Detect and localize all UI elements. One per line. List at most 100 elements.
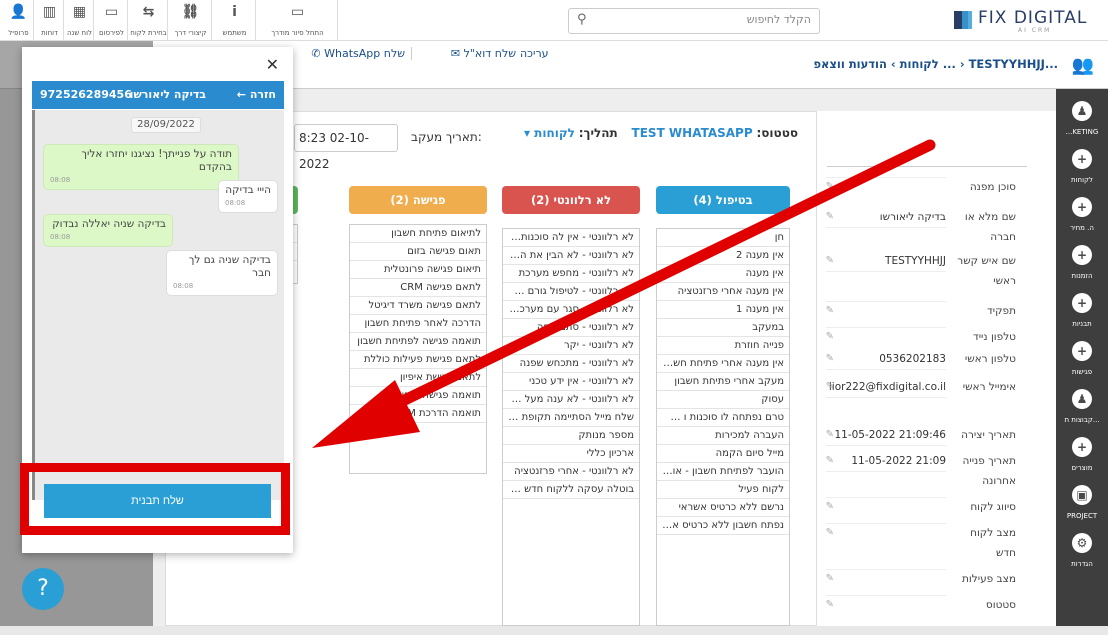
breadcrumb[interactable]: לקוחות › הודעות ווצאפ ... › TESTYYHHJJ..… [813,57,1058,71]
stage-item[interactable]: שלח מייל הסתיימה תקופת הניסיון [503,409,639,427]
toolbar-button-0[interactable]: 👤 פרופיל [4,0,34,40]
stage-item[interactable]: העברה למכירות [657,427,789,445]
stage-column-header[interactable]: לא רלוונטי (2) [502,186,640,214]
pencil-icon[interactable]: ✎ [826,429,834,440]
stage-item[interactable]: לא רלוונטי - לא הבין את הפרסום [503,247,639,265]
stage-item[interactable]: מעקב אחרי פתיחת חשבון [657,373,789,391]
stage-item[interactable]: במעקב [657,319,789,337]
stage-item[interactable]: הדרכה לאחר פתיחת חשבון [350,315,486,333]
toolbar-button-1[interactable]: ▥ דוחות [36,0,64,40]
stage-item[interactable]: לא רלוונטי - יקר [503,337,639,355]
stage-item[interactable]: לתיאום פתיחת חשבון [350,225,486,243]
side-nav-item[interactable]: ♟ קבוצות ת... [1056,383,1108,431]
pencil-icon[interactable]: ✎ [826,501,834,512]
send-whatsapp-button[interactable]: שלח WhatsApp ✆ [300,47,412,60]
toolbar-button-4[interactable]: ⇆ בחירת לקוח [130,0,168,40]
pencil-icon[interactable]: ✎ [826,211,834,222]
stage-item[interactable]: תואמה הדרכת CRM [350,405,486,423]
edit-button[interactable]: עריכה [520,47,549,60]
side-nav-item[interactable]: + ה. מחיר [1056,191,1108,239]
pencil-icon[interactable]: ✎ [826,353,834,364]
stage-item[interactable]: חן [657,229,789,247]
pencil-icon[interactable]: ✎ [826,527,834,538]
toolbar-button-3[interactable]: ▭ לפירסום [96,0,128,40]
help-button[interactable]: ? [22,568,64,610]
stage-item[interactable]: אין מענה 2 [657,247,789,265]
stage-column-header[interactable]: פגישה (2) [349,186,487,214]
stage-item[interactable]: מייל סיום הקמה [657,445,789,463]
status-value[interactable]: TEST WHATASAPP [632,126,753,140]
send-email-button[interactable]: שלח דוא"ל ✉ [416,47,516,60]
stage-item[interactable]: לא רלוונטי - מחפש מערכת [503,265,639,283]
field-value[interactable] [826,569,946,570]
side-nav-item[interactable]: ▣ PROJECT [1056,479,1108,527]
stage-item[interactable]: לתאם פגישה משרד דיגיטל [350,297,486,315]
stage-item[interactable]: לא רלוונטי - אחרי פרזנטציה [503,463,639,481]
stage-item[interactable]: בוטלה עסקה ללקוח חדש עם כרטיס אשראי [503,481,639,499]
pencil-icon[interactable]: ✎ [826,455,834,466]
toolbar-button-6[interactable]: i משתמש [214,0,256,40]
side-nav-item[interactable]: + הזמנות [1056,239,1108,287]
tracking-date-field[interactable]: 8:23 02-10-2022 [294,124,398,171]
pencil-icon[interactable]: ✎ [826,599,834,610]
stage-item[interactable]: נפתח חשבון ללא כרטיס אשראי [657,517,789,535]
stage-item[interactable]: אין מענה אחרי פרזנטציה [657,283,789,301]
search-icon[interactable]: ⚲ [577,12,587,27]
side-nav-item[interactable]: + פגישות [1056,335,1108,383]
side-nav-item[interactable]: + תבניות [1056,287,1108,335]
toolbar-button-7[interactable]: ▭ התחל סיור מודרך [258,0,338,40]
field-value[interactable] [826,327,946,328]
stage-item[interactable]: אין מענה אחרי פתיחת חשבון [657,355,789,373]
field-value[interactable] [826,523,946,524]
pencil-icon[interactable]: ✎ [826,331,834,342]
stage-item[interactable]: אין מענה 1 [657,301,789,319]
field-value[interactable] [826,301,946,302]
stage-item[interactable]: מספר מנותק [503,427,639,445]
field-value[interactable] [826,497,946,498]
field-value[interactable]: lior222@fixdigital.co.il [826,377,946,398]
pencil-icon[interactable]: ✎ [826,255,834,266]
field-value[interactable]: 21:09 11-05-2022 [826,451,946,472]
stage-item[interactable]: לא רלוונטי - אין לה סוכנות או CRM [503,229,639,247]
stage-item[interactable]: לא רלוונטי - סגר עם מערכת אחרת [503,301,639,319]
stage-item[interactable]: לקוח פעיל [657,481,789,499]
stage-item[interactable]: ארכיון כללי [503,445,639,463]
stage-item[interactable]: תיאום פגישה פרונטלית [350,261,486,279]
side-nav-item[interactable]: + לקוחות [1056,143,1108,191]
field-value[interactable] [826,177,946,178]
close-icon[interactable]: ✕ [266,55,279,74]
stage-item[interactable]: לתאם פגישה CRM [350,279,486,297]
side-nav-item[interactable]: + מוצרים [1056,431,1108,479]
chat-back-button[interactable]: חזרה ← [237,81,276,109]
side-nav-item[interactable]: ⚙ הגדרות [1056,527,1108,575]
stage-item[interactable]: לא רלוונטי - אין ידע טכני [503,373,639,391]
field-value[interactable]: בדיקה ליאורשו [826,207,946,228]
stage-item[interactable]: תואמה פגישה לפתיחת חשבון [350,333,486,351]
pencil-icon[interactable]: ✎ [826,181,834,192]
stage-item[interactable]: עסוק [657,391,789,409]
stage-item[interactable]: לא רלוונטי - סתם ניסה [503,319,639,337]
stage-item[interactable]: טרם נפתחה לו סוכנות ו CRM [657,409,789,427]
stage-item[interactable]: לא רלוונטי - לא ענה מעל 5 פעמים [503,391,639,409]
stage-item[interactable]: לתאם פגישת איפיון [350,369,486,387]
field-value[interactable]: 21:09:46 11-05-2022 [826,425,946,446]
pencil-icon[interactable]: ✎ [826,573,834,584]
field-value[interactable] [826,595,946,596]
stage-item[interactable]: תאום פגישה בזום [350,243,486,261]
pencil-icon[interactable]: ✎ [826,381,834,392]
stage-item[interactable]: הועבר לפתיחת חשבון - אוהד [657,463,789,481]
search-input[interactable]: הקלד לחיפוש ⚲ [568,8,820,34]
stage-column-header[interactable]: בטיפול (4) [656,186,790,214]
field-value[interactable]: TESTYYHHJJ [826,251,946,272]
stage-item[interactable]: נרשם ללא כרטיס אשראי [657,499,789,517]
stage-item[interactable]: פנייה חוזרת [657,337,789,355]
side-nav-item[interactable]: ♟ ...KETING [1056,95,1108,143]
pencil-icon[interactable]: ✎ [826,305,834,316]
stage-item[interactable]: תואמה פגישה איפיון [350,387,486,405]
stage-item[interactable]: לתאם פגישת פעילות כוללת [350,351,486,369]
stage-item[interactable]: אין מענה [657,265,789,283]
field-value[interactable]: 0536202183 [826,349,946,370]
toolbar-button-5[interactable]: ⛓ קיצורי דרך [170,0,212,40]
stage-item[interactable]: לא רלוונטי - לטיפול גורם מפנה [503,283,639,301]
stage-item[interactable]: לא רלוונטי - מתכחש שפנה [503,355,639,373]
